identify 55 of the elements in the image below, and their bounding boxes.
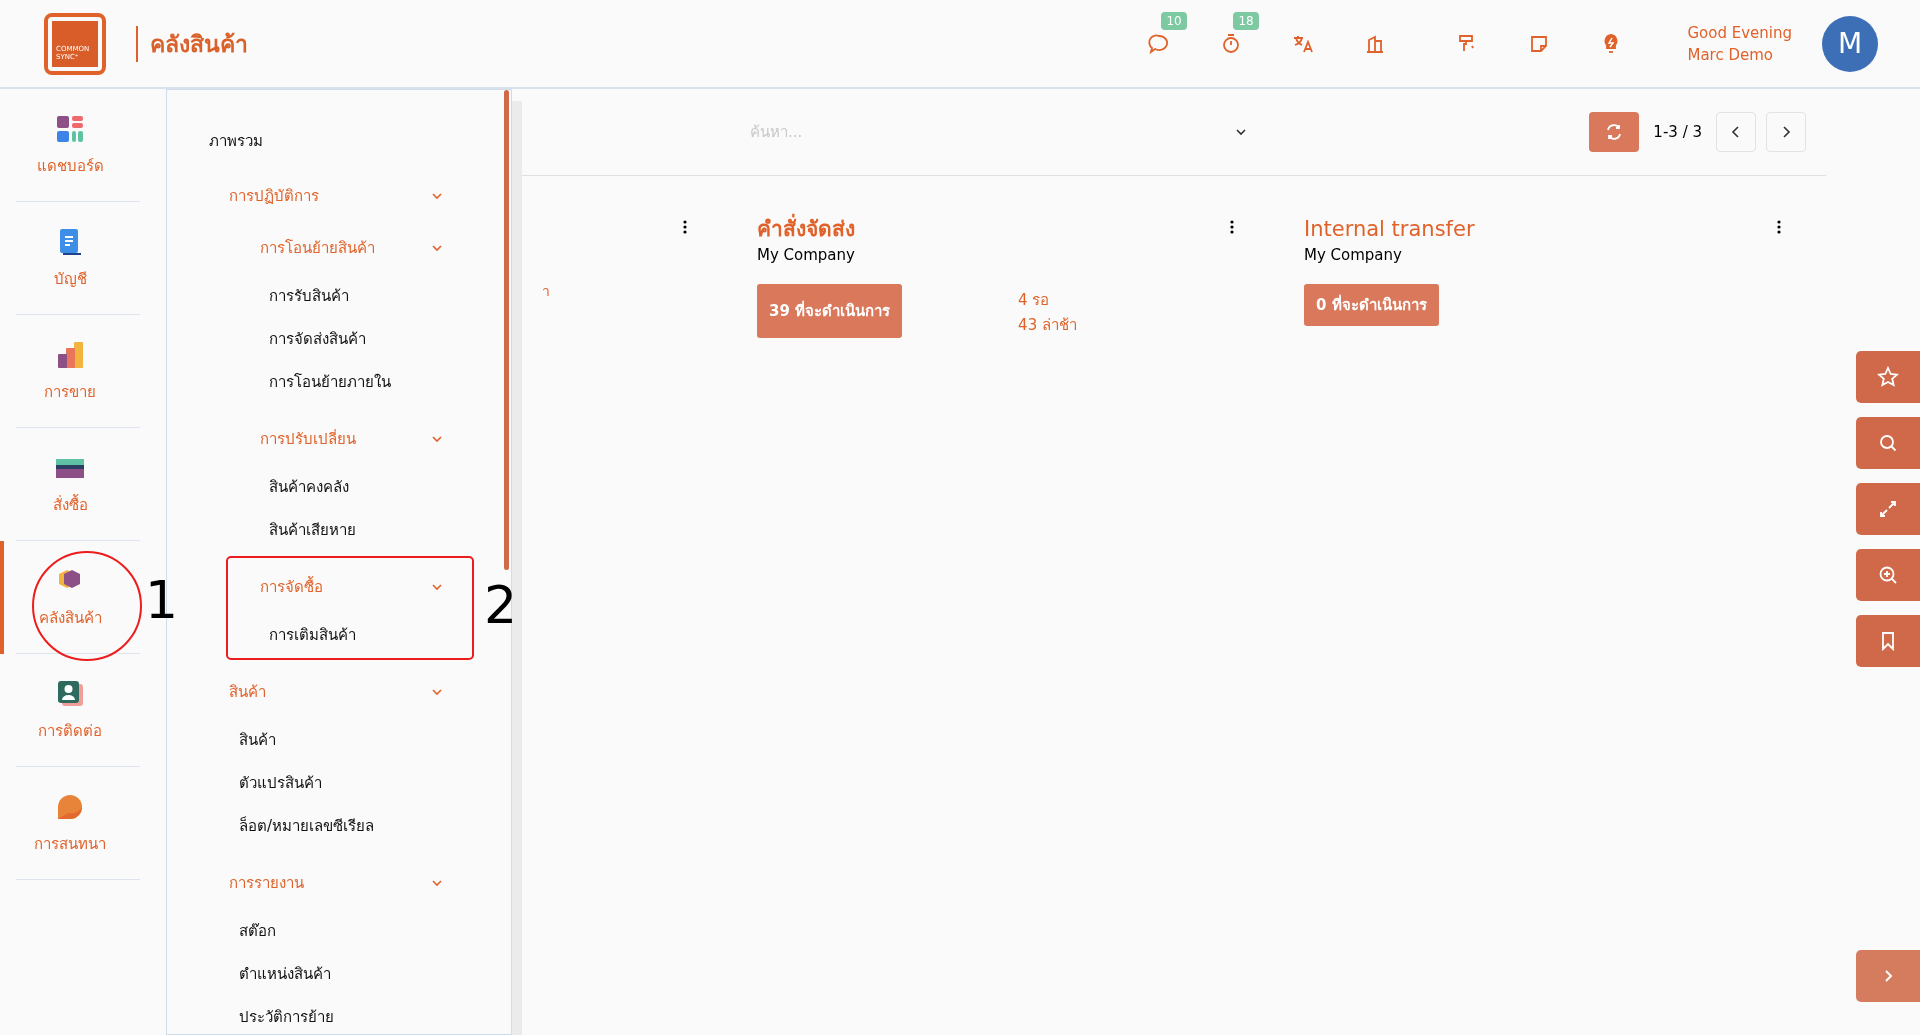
tool-button[interactable]	[1856, 351, 1920, 403]
chevron-right-icon	[1882, 969, 1894, 983]
menu-item[interactable]: ตัวแปรสินค้า	[167, 761, 477, 804]
menu-item[interactable]: สินค้าเสียหาย	[167, 508, 477, 551]
menu-item[interactable]: การโอนย้ายภายใน	[167, 360, 477, 403]
menu-section-toggle[interactable]: การปฏิบัติการ	[167, 170, 477, 222]
menu-item[interactable]: การรับสินค้า	[167, 274, 477, 317]
kebab-icon	[683, 220, 687, 234]
scrollbar-thumb[interactable]	[504, 90, 509, 570]
chevron-right-icon	[1780, 125, 1792, 139]
search-icon	[1877, 432, 1899, 454]
pager-range: 1-3 / 3	[1653, 123, 1702, 141]
menu-item[interactable]: สต๊อก	[167, 909, 477, 952]
count-badge: 18	[1233, 11, 1259, 30]
annotation-number: 2	[484, 575, 518, 635]
kebab-icon	[1777, 220, 1781, 234]
tool-button[interactable]	[1856, 549, 1920, 601]
kebab-icon	[1230, 220, 1234, 234]
process-button[interactable]: 0 ที่จะดำเนินการ	[1304, 284, 1439, 326]
menu-item[interactable]: ตำแหน่งสินค้า	[167, 952, 477, 995]
company-name: My Company	[1304, 246, 1403, 264]
dashboard-icon	[55, 113, 85, 144]
menu-section-toggle[interactable]: การปรับเปลี่ยน	[167, 413, 477, 465]
tool-button[interactable]	[1856, 615, 1920, 667]
zoom-in-icon	[1877, 564, 1899, 586]
menu-item[interactable]: ประวัติการย้าย	[167, 995, 477, 1034]
menu-item[interactable]: การจัดส่งสินค้า	[167, 317, 477, 360]
avatar[interactable]: M	[1822, 15, 1878, 72]
app-title: คลังสินค้า	[150, 29, 248, 59]
company-name: My Company	[757, 246, 856, 264]
star-icon	[1877, 366, 1899, 388]
menu-item[interactable]: ล็อต/หมายเลขซีเรียล	[167, 804, 477, 847]
menu-item[interactable]: สินค้า	[167, 718, 477, 761]
card-title[interactable]: Internal transfer	[1304, 214, 1851, 244]
chevron-left-icon	[1730, 125, 1742, 139]
card-text-fragment: า	[542, 282, 550, 301]
status-link[interactable]: 4 รอ	[1018, 288, 1077, 313]
count-badge: 10	[1161, 11, 1187, 30]
menu-item[interactable]: ภาพรวม	[167, 122, 477, 160]
status-link[interactable]: 43 ล่าช้า	[1018, 313, 1077, 338]
tool-button[interactable]	[1856, 417, 1920, 469]
menu-section-toggle[interactable]: การโอนย้ายสินค้า	[167, 222, 477, 274]
card-title[interactable]: คำสั่งจัดส่ง	[757, 214, 1304, 244]
bar-chart-icon	[55, 339, 85, 370]
contact-card-icon	[55, 678, 85, 709]
greeting-text: Good Evening	[1687, 22, 1792, 44]
sidebar-item[interactable]: คลังสินค้า	[0, 541, 140, 654]
refresh-button[interactable]	[1589, 112, 1640, 152]
process-button[interactable]: 39 ที่จะดำเนินการ	[757, 284, 903, 338]
user-name: Marc Demo	[1687, 44, 1774, 66]
menu-item[interactable]: สินค้าคงคลัง	[167, 465, 477, 508]
menu-section-toggle[interactable]: การรายงาน	[167, 857, 477, 909]
expand-icon	[1877, 498, 1899, 520]
tool-button[interactable]	[1856, 483, 1920, 535]
menu-section-toggle[interactable]: สินค้า	[167, 666, 477, 718]
